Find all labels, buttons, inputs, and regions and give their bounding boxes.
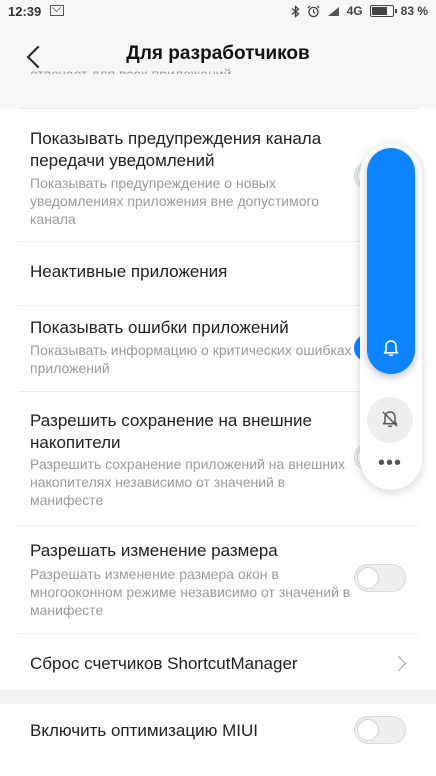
setting-description: Разрешить сохранение приложений на внешн… (30, 456, 345, 508)
setting-title: Сброс счетчиков ShortcutManager (30, 654, 298, 673)
toggle-knob (357, 567, 379, 589)
setting-reset-shortcutmanager[interactable]: Сброс счетчиков ShortcutManager (0, 633, 436, 690)
battery-icon (369, 5, 397, 17)
setting-title: Показывать ошибки приложений (30, 318, 289, 337)
divider (18, 391, 418, 392)
divider (18, 525, 418, 526)
app-header: Для разработчиков (0, 26, 436, 86)
bell-icon (383, 340, 399, 357)
setting-title: Показывать предупреждения канала передач… (30, 129, 322, 170)
setting-title: Разрешать изменение размера (30, 541, 278, 560)
setting-title: Разрешить сохранение на внешние накопите… (30, 411, 312, 452)
setting-description: Показывать информацию о критических ошиб… (30, 342, 352, 376)
resizable-activities-toggle[interactable] (354, 564, 406, 592)
chevron-right-icon (390, 655, 407, 672)
divider (18, 241, 418, 242)
setting-description: Показывать предупреждение о новых уведом… (30, 175, 320, 227)
partial-description: отвечает для всех приложений (30, 66, 232, 74)
miui-optimization-toggle[interactable] (354, 716, 406, 744)
bell-off-icon (382, 411, 398, 428)
divider (18, 305, 418, 306)
alarm-icon (307, 5, 320, 17)
signal-icon (327, 6, 339, 16)
mail-icon (50, 5, 64, 16)
section-gap (0, 690, 436, 704)
toggle-knob (357, 719, 379, 741)
divider (18, 633, 418, 634)
more-icon[interactable]: ••• (370, 450, 410, 478)
setting-title: Неактивные приложения (30, 262, 228, 281)
setting-description: Разрешать изменение размера окон в много… (30, 566, 351, 618)
status-icons: 4G 83 % (291, 4, 428, 18)
mute-button[interactable] (367, 397, 413, 443)
battery-percent: 83 % (400, 4, 428, 18)
setting-miui-optimization[interactable]: Включить оптимизацию MIUI (0, 704, 436, 776)
volume-slider[interactable] (367, 148, 415, 374)
setting-resizable-activities[interactable]: Разрешать изменение размера Разрешать из… (0, 525, 436, 633)
status-bar: 12:39 4G 83 % (0, 0, 436, 26)
setting-title: Включить оптимизацию MIUI (30, 721, 258, 740)
bluetooth-icon (291, 4, 300, 18)
network-type: 4G (346, 4, 363, 18)
status-time: 12:39 (8, 4, 42, 19)
divider (18, 108, 418, 109)
